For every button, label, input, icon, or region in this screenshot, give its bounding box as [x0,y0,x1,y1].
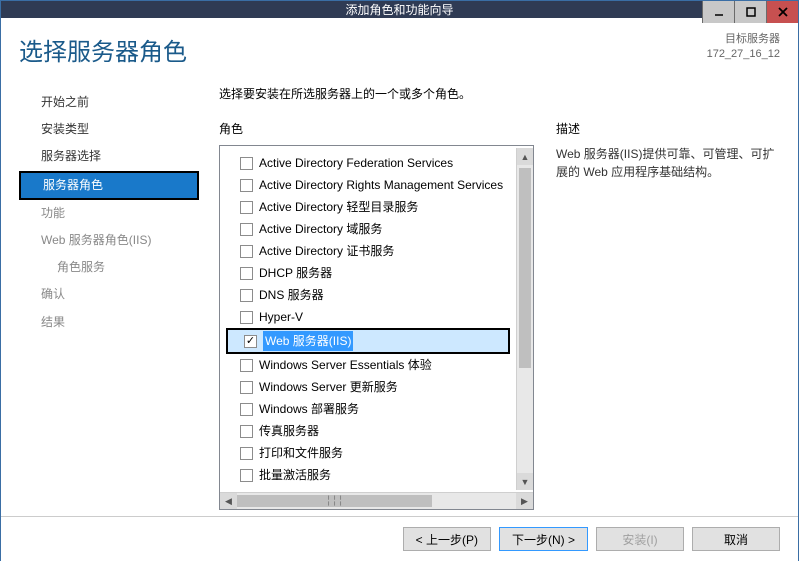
role-item-10[interactable]: Windows Server 更新服务 [224,376,512,398]
horizontal-scroll-thumb[interactable]: ╎╎╎ [237,495,432,507]
role-highlight-box: Web 服务器(IIS) [226,328,510,354]
role-checkbox[interactable] [240,201,253,214]
role-checkbox[interactable] [240,311,253,324]
role-item-11[interactable]: Windows 部署服务 [224,398,512,420]
horizontal-scroll-track[interactable]: ╎╎╎ [237,493,516,509]
vertical-scrollbar[interactable]: ▲ ▼ [516,148,533,490]
previous-button[interactable]: < 上一步(P) [403,527,491,551]
role-item-13[interactable]: 打印和文件服务 [224,442,512,464]
role-label: Windows Server Essentials 体验 [259,355,432,375]
role-label: Web 服务器(IIS) [263,331,353,351]
scroll-right-arrow-icon[interactable]: ▶ [516,493,533,509]
role-checkbox[interactable] [240,289,253,302]
nav-item-4[interactable]: 功能 [19,200,199,227]
role-checkbox[interactable] [240,267,253,280]
role-checkbox[interactable] [244,335,257,348]
role-item-0[interactable]: Active Directory Federation Services [224,152,512,174]
instruction-text: 选择要安装在所选服务器上的一个或多个角色。 [219,85,780,102]
role-checkbox[interactable] [240,223,253,236]
target-server-label: 目标服务器 [707,32,780,47]
main-panel: 选择要安装在所选服务器上的一个或多个角色。 角色 Active Director… [199,85,780,510]
horizontal-scrollbar[interactable]: ◀ ╎╎╎ ▶ [220,492,533,509]
role-checkbox[interactable] [240,245,253,258]
role-item-5[interactable]: DHCP 服务器 [224,262,512,284]
role-label: Hyper-V [259,307,303,327]
footer-buttons: < 上一步(P) 下一步(N) > 安装(I) 取消 [1,516,798,563]
page-title: 选择服务器角色 [19,32,187,67]
nav-item-2[interactable]: 服务器选择 [19,143,199,170]
roles-label: 角色 [219,120,534,137]
header-row: 选择服务器角色 目标服务器 172_27_16_12 [19,32,780,75]
nav-item-8[interactable]: 结果 [19,309,199,336]
role-label: 批量激活服务 [259,465,331,485]
role-label: DNS 服务器 [259,285,324,305]
role-label: Active Directory 轻型目录服务 [259,197,418,217]
minimize-button[interactable] [702,1,734,23]
roles-list-inner: Active Directory Federation ServicesActi… [220,148,516,490]
role-label: Windows Server 更新服务 [259,377,398,397]
role-label: 传真服务器 [259,421,319,441]
role-item-12[interactable]: 传真服务器 [224,420,512,442]
nav-item-5[interactable]: Web 服务器角色(IIS) [19,227,199,254]
role-item-1[interactable]: Active Directory Rights Management Servi… [224,174,512,196]
role-label: 打印和文件服务 [259,443,343,463]
nav-item-7[interactable]: 确认 [19,281,199,308]
maximize-button[interactable] [734,1,766,23]
roles-listbox[interactable]: Active Directory Federation ServicesActi… [219,145,534,510]
role-label: Active Directory Rights Management Servi… [259,175,503,195]
role-item-6[interactable]: DNS 服务器 [224,284,512,306]
nav-item-6[interactable]: 角色服务 [19,254,199,281]
role-checkbox[interactable] [240,403,253,416]
nav-sidebar: 开始之前安装类型服务器选择服务器角色功能Web 服务器角色(IIS)角色服务确认… [19,85,199,510]
role-item-9[interactable]: Windows Server Essentials 体验 [224,354,512,376]
content-row: 开始之前安装类型服务器选择服务器角色功能Web 服务器角色(IIS)角色服务确认… [19,85,780,510]
window-controls [702,1,798,23]
role-item-7[interactable]: Hyper-V [224,306,512,328]
role-label: DHCP 服务器 [259,263,332,283]
nav-item-0[interactable]: 开始之前 [19,89,199,116]
window-body: 选择服务器角色 目标服务器 172_27_16_12 开始之前安装类型服务器选择… [1,18,798,516]
role-label: Windows 部署服务 [259,399,359,419]
next-button[interactable]: 下一步(N) > [499,527,588,551]
role-label: Active Directory 域服务 [259,219,382,239]
target-server-name: 172_27_16_12 [707,47,780,62]
nav-item-1[interactable]: 安装类型 [19,116,199,143]
role-checkbox[interactable] [240,381,253,394]
vertical-scroll-thumb[interactable] [519,168,531,368]
target-server-info: 目标服务器 172_27_16_12 [707,32,780,63]
role-checkbox[interactable] [240,447,253,460]
install-button[interactable]: 安装(I) [596,527,684,551]
titlebar: 添加角色和功能向导 [1,1,798,18]
role-checkbox[interactable] [240,469,253,482]
scroll-down-arrow-icon[interactable]: ▼ [517,473,533,490]
role-checkbox[interactable] [240,157,253,170]
roles-column: 角色 Active Directory Federation ServicesA… [219,120,534,510]
window-title: 添加角色和功能向导 [345,1,453,18]
scroll-left-arrow-icon[interactable]: ◀ [220,493,237,509]
description-column: 描述 Web 服务器(IIS)提供可靠、可管理、可扩展的 Web 应用程序基础结… [556,120,780,510]
role-item-14[interactable]: 批量激活服务 [224,464,512,486]
scroll-up-arrow-icon[interactable]: ▲ [517,148,533,165]
role-checkbox[interactable] [240,359,253,372]
role-item-3[interactable]: Active Directory 域服务 [224,218,512,240]
role-label: Active Directory Federation Services [259,153,453,173]
role-label: Active Directory 证书服务 [259,241,394,261]
wizard-window: 添加角色和功能向导 选择服务器角色 目标服务器 172_27_16_12 开始之… [0,0,799,561]
nav-highlight-box: 服务器角色 [19,171,199,200]
close-button[interactable] [766,1,798,23]
description-label: 描述 [556,120,780,137]
role-item-4[interactable]: Active Directory 证书服务 [224,240,512,262]
roles-list-body: Active Directory Federation ServicesActi… [220,146,533,492]
role-checkbox[interactable] [240,425,253,438]
role-item-2[interactable]: Active Directory 轻型目录服务 [224,196,512,218]
cancel-button[interactable]: 取消 [692,527,780,551]
description-text: Web 服务器(IIS)提供可靠、可管理、可扩展的 Web 应用程序基础结构。 [556,145,780,181]
columns: 角色 Active Directory Federation ServicesA… [219,120,780,510]
nav-item-3[interactable]: 服务器角色 [21,173,197,198]
role-checkbox[interactable] [240,179,253,192]
role-item-8[interactable]: Web 服务器(IIS) [228,330,508,352]
